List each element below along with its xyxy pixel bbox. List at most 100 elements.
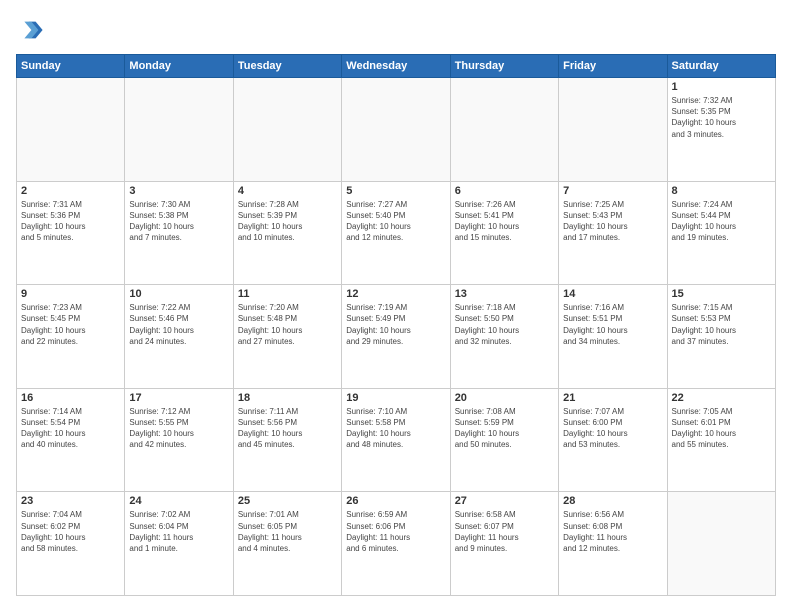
day-cell: 11 Sunrise: 7:20 AM Sunset: 5:48 PM Dayli… (233, 285, 341, 389)
day-info: Sunrise: 7:10 AM Sunset: 5:58 PM Dayligh… (346, 406, 445, 451)
day-number: 20 (455, 392, 554, 404)
day-cell: 5 Sunrise: 7:27 AM Sunset: 5:40 PM Daylig… (342, 181, 450, 285)
day-cell: 8 Sunrise: 7:24 AM Sunset: 5:44 PM Daylig… (667, 181, 775, 285)
day-cell: 2Sunrise: 7:31 AM Sunset: 5:36 PM Daylig… (17, 181, 125, 285)
calendar-table: SundayMondayTuesdayWednesdayThursdayFrid… (16, 54, 776, 596)
day-cell (342, 78, 450, 182)
day-cell: 28 Sunrise: 6:56 AM Sunset: 6:08 PM Dayli… (559, 492, 667, 596)
logo (16, 16, 48, 44)
day-cell: 15 Sunrise: 7:15 AM Sunset: 5:53 PM Dayli… (667, 285, 775, 389)
day-number: 12 (346, 288, 445, 300)
week-row-5: 23 Sunrise: 7:04 AM Sunset: 6:02 PM Dayli… (17, 492, 776, 596)
day-cell: 13 Sunrise: 7:18 AM Sunset: 5:50 PM Dayli… (450, 285, 558, 389)
day-number: 11 (238, 288, 337, 300)
day-number: 19 (346, 392, 445, 404)
day-cell: 18 Sunrise: 7:11 AM Sunset: 5:56 PM Dayli… (233, 388, 341, 492)
day-number: 8 (672, 185, 771, 197)
day-cell (559, 78, 667, 182)
day-number: 5 (346, 185, 445, 197)
day-cell: 9 Sunrise: 7:23 AM Sunset: 5:45 PM Daylig… (17, 285, 125, 389)
day-number: 16 (21, 392, 120, 404)
day-cell: 16 Sunrise: 7:14 AM Sunset: 5:54 PM Dayli… (17, 388, 125, 492)
day-info: Sunrise: 7:08 AM Sunset: 5:59 PM Dayligh… (455, 406, 554, 451)
day-number: 13 (455, 288, 554, 300)
day-number: 4 (238, 185, 337, 197)
day-number: 7 (563, 185, 662, 197)
day-number: 18 (238, 392, 337, 404)
day-info: Sunrise: 7:23 AM Sunset: 5:45 PM Dayligh… (21, 302, 120, 347)
day-info: Sunrise: 7:11 AM Sunset: 5:56 PM Dayligh… (238, 406, 337, 451)
day-cell: 10 Sunrise: 7:22 AM Sunset: 5:46 PM Dayli… (125, 285, 233, 389)
week-row-2: 2Sunrise: 7:31 AM Sunset: 5:36 PM Daylig… (17, 181, 776, 285)
day-number: 15 (672, 288, 771, 300)
day-number: 10 (129, 288, 228, 300)
day-info: Sunrise: 7:15 AM Sunset: 5:53 PM Dayligh… (672, 302, 771, 347)
day-number: 3 (129, 185, 228, 197)
day-cell: 1Sunrise: 7:32 AM Sunset: 5:35 PM Daylig… (667, 78, 775, 182)
day-cell: 25 Sunrise: 7:01 AM Sunset: 6:05 PM Dayli… (233, 492, 341, 596)
day-info: Sunrise: 7:31 AM Sunset: 5:36 PM Dayligh… (21, 199, 120, 244)
weekday-sunday: Sunday (17, 55, 125, 78)
day-number: 24 (129, 495, 228, 507)
logo-icon (16, 16, 44, 44)
day-number: 27 (455, 495, 554, 507)
day-cell: 23 Sunrise: 7:04 AM Sunset: 6:02 PM Dayli… (17, 492, 125, 596)
weekday-monday: Monday (125, 55, 233, 78)
day-info: Sunrise: 7:20 AM Sunset: 5:48 PM Dayligh… (238, 302, 337, 347)
week-row-4: 16 Sunrise: 7:14 AM Sunset: 5:54 PM Dayli… (17, 388, 776, 492)
day-cell: 17 Sunrise: 7:12 AM Sunset: 5:55 PM Dayli… (125, 388, 233, 492)
week-row-1: 1Sunrise: 7:32 AM Sunset: 5:35 PM Daylig… (17, 78, 776, 182)
weekday-tuesday: Tuesday (233, 55, 341, 78)
day-info: Sunrise: 7:05 AM Sunset: 6:01 PM Dayligh… (672, 406, 771, 451)
day-info: Sunrise: 7:07 AM Sunset: 6:00 PM Dayligh… (563, 406, 662, 451)
day-info: Sunrise: 7:12 AM Sunset: 5:55 PM Dayligh… (129, 406, 228, 451)
day-info: Sunrise: 7:01 AM Sunset: 6:05 PM Dayligh… (238, 509, 337, 554)
day-cell: 27 Sunrise: 6:58 AM Sunset: 6:07 PM Dayli… (450, 492, 558, 596)
page: SundayMondayTuesdayWednesdayThursdayFrid… (0, 0, 792, 612)
day-info: Sunrise: 6:58 AM Sunset: 6:07 PM Dayligh… (455, 509, 554, 554)
day-cell (17, 78, 125, 182)
day-cell: 14 Sunrise: 7:16 AM Sunset: 5:51 PM Dayli… (559, 285, 667, 389)
weekday-saturday: Saturday (667, 55, 775, 78)
day-info: Sunrise: 7:22 AM Sunset: 5:46 PM Dayligh… (129, 302, 228, 347)
day-info: Sunrise: 7:18 AM Sunset: 5:50 PM Dayligh… (455, 302, 554, 347)
day-cell: 12 Sunrise: 7:19 AM Sunset: 5:49 PM Dayli… (342, 285, 450, 389)
day-info: Sunrise: 6:59 AM Sunset: 6:06 PM Dayligh… (346, 509, 445, 554)
day-number: 14 (563, 288, 662, 300)
day-info: Sunrise: 7:30 AM Sunset: 5:38 PM Dayligh… (129, 199, 228, 244)
day-number: 1 (672, 81, 771, 93)
day-number: 26 (346, 495, 445, 507)
day-info: Sunrise: 6:56 AM Sunset: 6:08 PM Dayligh… (563, 509, 662, 554)
weekday-thursday: Thursday (450, 55, 558, 78)
day-number: 25 (238, 495, 337, 507)
day-cell (233, 78, 341, 182)
day-number: 9 (21, 288, 120, 300)
day-cell: 7 Sunrise: 7:25 AM Sunset: 5:43 PM Daylig… (559, 181, 667, 285)
day-number: 28 (563, 495, 662, 507)
day-cell: 6Sunrise: 7:26 AM Sunset: 5:41 PM Daylig… (450, 181, 558, 285)
day-cell: 19 Sunrise: 7:10 AM Sunset: 5:58 PM Dayli… (342, 388, 450, 492)
day-info: Sunrise: 7:28 AM Sunset: 5:39 PM Dayligh… (238, 199, 337, 244)
day-info: Sunrise: 7:02 AM Sunset: 6:04 PM Dayligh… (129, 509, 228, 554)
day-cell: 24 Sunrise: 7:02 AM Sunset: 6:04 PM Dayli… (125, 492, 233, 596)
day-info: Sunrise: 7:16 AM Sunset: 5:51 PM Dayligh… (563, 302, 662, 347)
day-info: Sunrise: 7:19 AM Sunset: 5:49 PM Dayligh… (346, 302, 445, 347)
weekday-header-row: SundayMondayTuesdayWednesdayThursdayFrid… (17, 55, 776, 78)
day-number: 17 (129, 392, 228, 404)
weekday-wednesday: Wednesday (342, 55, 450, 78)
day-number: 22 (672, 392, 771, 404)
day-info: Sunrise: 7:24 AM Sunset: 5:44 PM Dayligh… (672, 199, 771, 244)
day-number: 23 (21, 495, 120, 507)
day-cell: 3 Sunrise: 7:30 AM Sunset: 5:38 PM Daylig… (125, 181, 233, 285)
day-info: Sunrise: 7:04 AM Sunset: 6:02 PM Dayligh… (21, 509, 120, 554)
day-info: Sunrise: 7:25 AM Sunset: 5:43 PM Dayligh… (563, 199, 662, 244)
day-cell (450, 78, 558, 182)
day-info: Sunrise: 7:27 AM Sunset: 5:40 PM Dayligh… (346, 199, 445, 244)
day-cell: 22 Sunrise: 7:05 AM Sunset: 6:01 PM Dayli… (667, 388, 775, 492)
day-number: 21 (563, 392, 662, 404)
weekday-friday: Friday (559, 55, 667, 78)
day-cell: 21 Sunrise: 7:07 AM Sunset: 6:00 PM Dayli… (559, 388, 667, 492)
day-info: Sunrise: 7:26 AM Sunset: 5:41 PM Dayligh… (455, 199, 554, 244)
week-row-3: 9 Sunrise: 7:23 AM Sunset: 5:45 PM Daylig… (17, 285, 776, 389)
day-info: Sunrise: 7:14 AM Sunset: 5:54 PM Dayligh… (21, 406, 120, 451)
